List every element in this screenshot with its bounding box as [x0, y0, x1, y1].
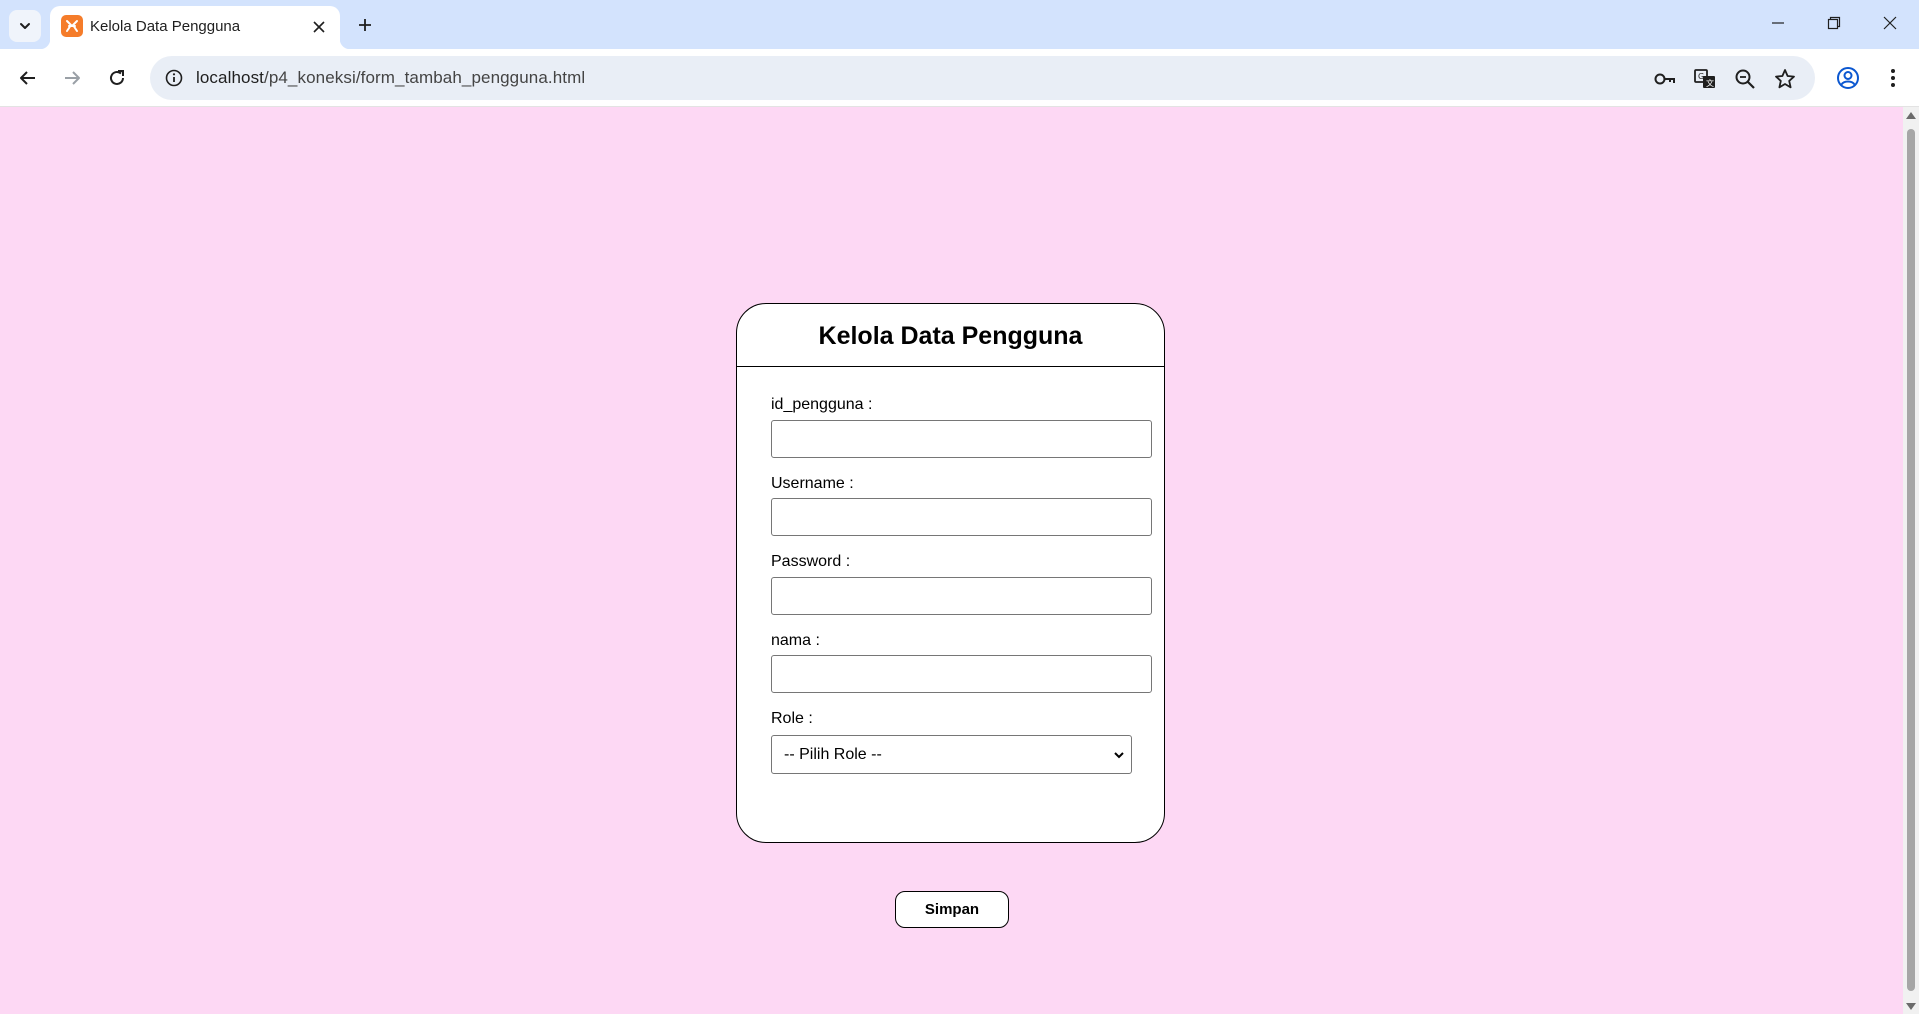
svg-text:文: 文 [1706, 78, 1714, 88]
browser-tab[interactable]: Kelola Data Pengguna [40, 6, 350, 49]
tab-close-button[interactable] [308, 16, 330, 38]
arrow-right-icon [65, 71, 80, 85]
profile-icon [1837, 67, 1859, 89]
role-label: Role : [771, 710, 813, 727]
restore-icon [1827, 16, 1841, 30]
password-label: Password : [771, 553, 851, 570]
url-host: localhost [196, 68, 264, 87]
username-label: Username : [771, 475, 854, 492]
user-form-card: Kelola Data Pengguna id_pengguna : Usern… [736, 303, 1165, 928]
password-input[interactable] [771, 577, 1152, 615]
arrow-left-icon [20, 71, 35, 85]
site-info-icon[interactable] [160, 64, 188, 92]
chevron-down-icon [20, 23, 30, 29]
close-icon [1883, 16, 1897, 30]
url-path: /p4_koneksi/form_tambah_pengguna.html [264, 68, 586, 87]
nama-input[interactable] [771, 655, 1152, 693]
nama-label: nama : [771, 632, 820, 649]
password-key-icon[interactable] [1650, 64, 1680, 94]
plus-icon [359, 19, 371, 31]
browser-toolbar: localhost/p4_koneksi/form_tambah_penggun… [0, 49, 1919, 107]
simpan-button[interactable]: Simpan [895, 891, 1009, 928]
forward-button[interactable] [55, 61, 89, 95]
zoom-out-icon[interactable] [1730, 64, 1760, 94]
profile-button[interactable] [1831, 61, 1865, 95]
browser-menu-button[interactable] [1876, 61, 1910, 95]
tab-title: Kelola Data Pengguna [90, 18, 241, 35]
scrollbar-thumb[interactable] [1907, 129, 1915, 991]
page-viewport: Kelola Data Pengguna id_pengguna : Usern… [0, 107, 1903, 1014]
vertical-scrollbar[interactable] [1903, 107, 1919, 1014]
minimize-window-button[interactable] [1750, 0, 1806, 46]
svg-text:G: G [1698, 72, 1704, 81]
more-vertical-icon [1891, 69, 1895, 87]
username-input[interactable] [771, 498, 1152, 536]
form-title: Kelola Data Pengguna [737, 304, 1164, 367]
address-bar[interactable]: localhost/p4_koneksi/form_tambah_penggun… [150, 56, 1815, 100]
id-pengguna-label: id_pengguna : [771, 396, 873, 413]
translate-icon[interactable]: G文 [1690, 64, 1720, 94]
scroll-up-arrow-icon[interactable] [1906, 112, 1916, 119]
chevron-down-icon [1114, 752, 1124, 759]
browser-tab-bar: Kelola Data Pengguna [0, 0, 1919, 49]
reload-button[interactable] [100, 61, 134, 95]
url-text[interactable]: localhost/p4_koneksi/form_tambah_penggun… [196, 68, 585, 88]
role-select-value: -- Pilih Role -- [784, 746, 882, 763]
close-window-button[interactable] [1862, 0, 1918, 46]
tab-search-button[interactable] [9, 10, 41, 42]
reload-icon [110, 70, 124, 85]
restore-window-button[interactable] [1806, 0, 1862, 46]
back-button[interactable] [11, 61, 45, 95]
close-icon [313, 21, 325, 33]
bookmark-star-icon[interactable] [1770, 64, 1800, 94]
xampp-favicon-icon [61, 15, 83, 37]
role-select[interactable]: -- Pilih Role -- [771, 735, 1132, 774]
id-pengguna-input[interactable] [771, 420, 1152, 458]
scroll-down-arrow-icon[interactable] [1906, 1003, 1916, 1010]
new-tab-button[interactable] [350, 10, 380, 40]
minimize-icon [1772, 22, 1784, 24]
